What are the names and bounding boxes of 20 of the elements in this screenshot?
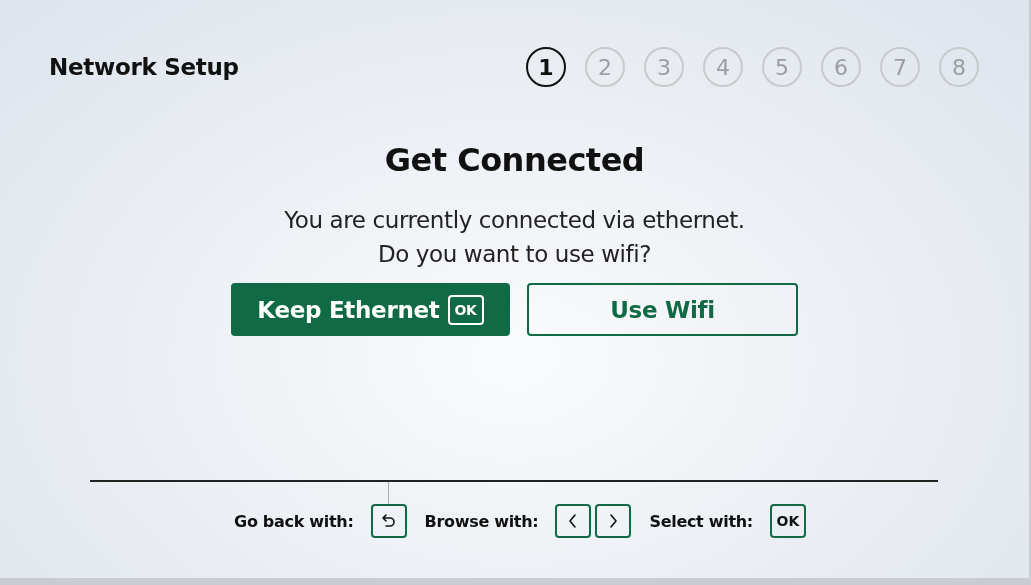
page-title: Network Setup — [49, 54, 239, 80]
back-key-icon — [370, 504, 407, 538]
step-indicator: 6 — [821, 47, 861, 87]
hint-label: Go back with: — [234, 511, 354, 531]
step-indicator: 5 — [762, 47, 802, 87]
keep-button[interactable]: Keep Ethernet OK — [231, 283, 510, 336]
message-text: You are currently connected via ethernet. Do you want to use wifi? — [284, 206, 745, 269]
step-indicator: 4 — [703, 47, 743, 87]
ok-key: OK — [769, 504, 806, 538]
step-indicator: 2 — [585, 47, 625, 87]
step-indicator: 8 — [939, 47, 979, 87]
heading: Get Connected — [384, 141, 645, 179]
step-indicator: 3 — [644, 47, 684, 87]
step-indicator: 7 — [880, 47, 920, 87]
choice-button[interactable]: Use Wifi — [527, 283, 798, 336]
step-indicator: 1 — [526, 47, 566, 87]
left-key-icon — [555, 504, 592, 538]
hint-label: Select with: — [649, 511, 753, 531]
right-key-icon — [595, 504, 632, 538]
hint-label: Browse with: — [424, 511, 539, 531]
